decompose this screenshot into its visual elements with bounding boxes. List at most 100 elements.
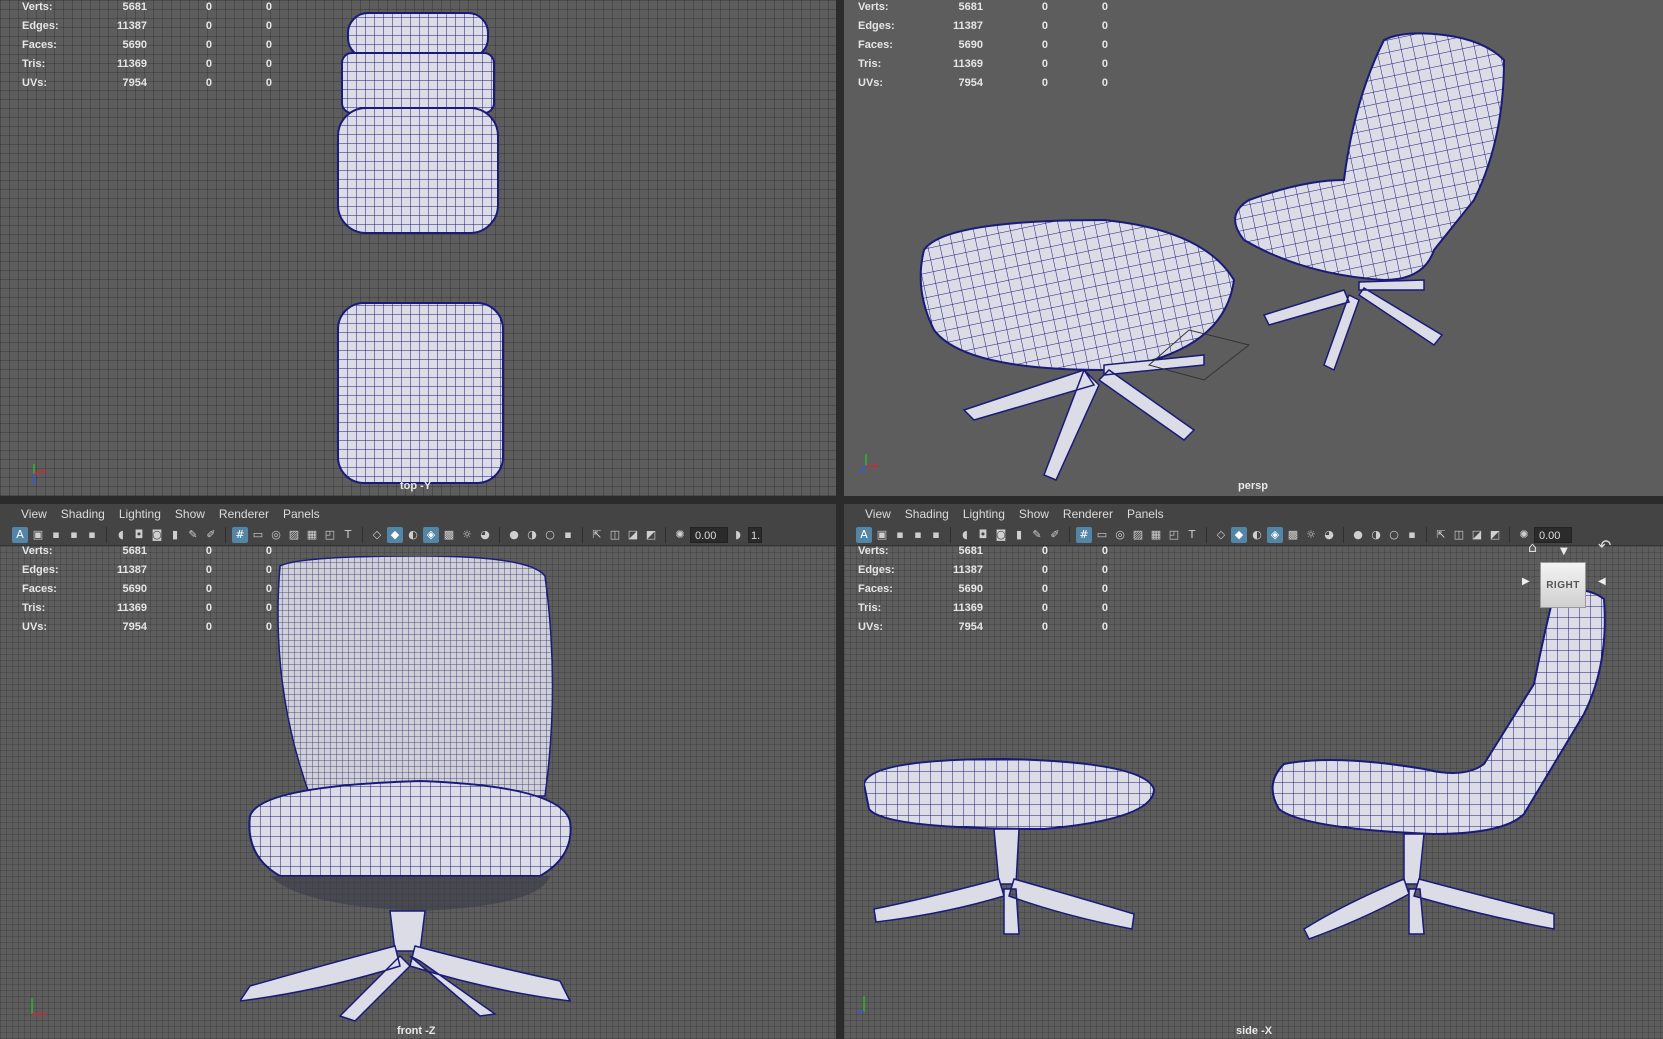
viewcube-up-arrow-icon[interactable]: ▼ [1560,546,1568,557]
menu-lighting[interactable]: Lighting [956,507,1012,521]
viewcube-left-arrow-icon[interactable]: ▶ [1522,576,1530,587]
camera-attributes-icon[interactable]: ▣ [30,527,46,543]
motion-blur-icon[interactable]: ◑ [524,527,540,543]
viewport-persp[interactable]: Verts: 5681 0 0 Edges: 11387 0 0 Faces: 5690 0 0 … [844,0,1663,496]
isolate-select-icon[interactable]: ⇱ [1433,527,1449,543]
exposure-icon[interactable]: ✺ [672,527,688,543]
smooth-shade-icon[interactable]: ◆ [1231,526,1247,543]
depth-of-field-icon[interactable]: ▪ [1404,527,1420,543]
safe-title-icon[interactable]: T [340,527,356,543]
film-gate-icon[interactable]: ▮ [1011,527,1027,543]
textured-icon[interactable]: ▩ [1285,527,1301,543]
grid-icon[interactable]: # [1076,526,1092,543]
default-material-icon[interactable]: ◐ [405,527,421,543]
menu-panels[interactable]: Panels [1120,507,1171,521]
depth-of-field-icon[interactable]: ▪ [560,527,576,543]
pencil-icon[interactable]: ✐ [203,527,219,543]
hud-row-tris: Tris: 11369 0 0 [22,58,272,70]
viewport-side[interactable]: View Shading Lighting Show Renderer Pane… [844,504,1663,1039]
menu-view[interactable]: View [858,507,898,521]
film-gate-toggle-icon[interactable]: ▭ [1094,527,1110,543]
viewcube-home-icon[interactable]: ⌂ [1528,540,1537,556]
camera-label-top: top -Y [400,480,432,492]
grease-pencil-icon[interactable]: ✎ [185,527,201,543]
shadows-icon[interactable]: ◕ [1321,527,1337,543]
viewcube-face[interactable]: RIGHT [1540,562,1586,608]
gamma-icon[interactable]: ◗ [730,527,746,543]
bookmark-camera-icon[interactable]: ◙ [993,527,1009,543]
pencil-icon[interactable]: ✐ [1047,527,1063,543]
wireframe-icon[interactable]: ◇ [1213,527,1229,543]
xray-icon[interactable]: ◫ [607,527,623,543]
gate-mask-icon[interactable]: ▨ [286,527,302,543]
menu-lighting[interactable]: Lighting [112,507,168,521]
gamma-field[interactable]: 1. [748,526,762,543]
resolution-gate-icon[interactable]: ◎ [1112,527,1128,543]
safe-action-icon[interactable]: ◰ [322,527,338,543]
isolate-select-icon[interactable]: ⇱ [589,527,605,543]
menu-show[interactable]: Show [168,507,212,521]
grid-icon[interactable]: # [232,526,248,543]
wireframe-icon[interactable]: ◇ [369,527,385,543]
menu-show[interactable]: Show [1012,507,1056,521]
shadows-icon[interactable]: ◕ [477,527,493,543]
menu-shading[interactable]: Shading [54,507,112,521]
select-camera-icon[interactable]: A [12,526,28,543]
xray-active-icon[interactable]: ◪ [1469,527,1485,543]
resolution-gate-icon[interactable]: ◎ [268,527,284,543]
lights-icon[interactable]: ☼ [459,527,475,543]
menu-shading[interactable]: Shading [898,507,956,521]
viewcube-rotate-icon[interactable]: ↶ [1598,536,1611,555]
lights-icon[interactable]: ☼ [1303,527,1319,543]
anti-aliasing-icon[interactable]: ○ [1386,527,1402,543]
menu-renderer[interactable]: Renderer [212,507,276,521]
menu-view[interactable]: View [14,507,54,521]
axis-gizmo-front [31,998,46,1015]
bookmark-icon[interactable]: ▪ [892,527,908,543]
grease-pencil-icon[interactable]: ✎ [1029,527,1045,543]
xray-active-icon[interactable]: ◪ [625,527,641,543]
xray-icon[interactable]: ◫ [1451,527,1467,543]
xray-joints-icon[interactable]: ◩ [643,527,659,543]
bookmark-icon[interactable]: ▪ [48,527,64,543]
ambient-occlusion-icon[interactable]: ● [506,527,522,543]
camera-label-side: side -X [1236,1025,1273,1037]
anti-aliasing-icon[interactable]: ○ [542,527,558,543]
xray-joints-icon[interactable]: ◩ [1487,527,1503,543]
viewport-front[interactable]: View Shading Lighting Show Renderer Pane… [0,504,836,1039]
view-cube[interactable]: ⌂ ↶ ▼ ▶ ◀ RIGHT [1522,536,1634,620]
twod-pan-icon[interactable]: ▪ [84,527,100,543]
axis-gizmo-persp [858,454,878,473]
film-gate-icon[interactable]: ▮ [167,527,183,543]
wireframe-on-shaded-icon[interactable]: ◈ [1267,526,1283,543]
film-gate-toggle-icon[interactable]: ▭ [250,527,266,543]
panel-divider-horizontal[interactable] [0,496,1663,504]
menu-panels[interactable]: Panels [276,507,327,521]
field-chart-icon[interactable]: ▦ [1148,527,1164,543]
menu-renderer[interactable]: Renderer [1056,507,1120,521]
safe-action-icon[interactable]: ◰ [1166,527,1182,543]
select-camera-icon[interactable]: A [856,526,872,543]
camera-icon[interactable]: ◖ [957,527,973,543]
safe-title-icon[interactable]: T [1184,527,1200,543]
gate-mask-icon[interactable]: ▨ [1130,527,1146,543]
lock-camera-icon[interactable]: ◘ [975,527,991,543]
default-material-icon[interactable]: ◐ [1249,527,1265,543]
viewcube-right-arrow-icon[interactable]: ◀ [1598,576,1606,587]
twod-pan-icon[interactable]: ▪ [928,527,944,543]
camera-icon[interactable]: ◖ [113,527,129,543]
image-plane-icon[interactable]: ▪ [66,527,82,543]
bookmark-camera-icon[interactable]: ◙ [149,527,165,543]
smooth-shade-icon[interactable]: ◆ [387,526,403,543]
exposure-field[interactable]: 0.00 [690,526,728,543]
camera-attributes-icon[interactable]: ▣ [874,527,890,543]
ambient-occlusion-icon[interactable]: ● [1350,527,1366,543]
textured-icon[interactable]: ▩ [441,527,457,543]
lock-camera-icon[interactable]: ◘ [131,527,147,543]
field-chart-icon[interactable]: ▦ [304,527,320,543]
image-plane-icon[interactable]: ▪ [910,527,926,543]
panel-divider-vertical[interactable] [836,0,844,1039]
wireframe-on-shaded-icon[interactable]: ◈ [423,526,439,543]
motion-blur-icon[interactable]: ◑ [1368,527,1384,543]
viewport-top[interactable]: Verts: 5681 0 0 Edges: 11387 0 0 Faces: 5690 0 0 … [0,0,836,496]
